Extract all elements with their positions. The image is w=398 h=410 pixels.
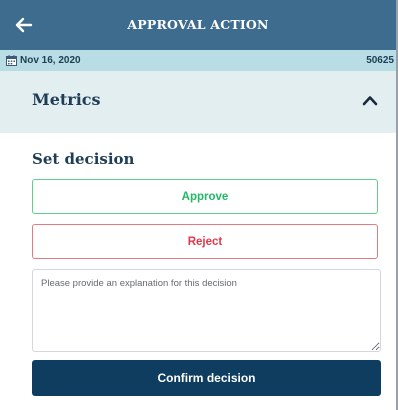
- app-header: APPROVAL ACTION: [0, 0, 396, 50]
- info-id: 50625: [366, 55, 394, 66]
- chevron-up-icon[interactable]: [362, 94, 378, 106]
- explanation-textarea[interactable]: [32, 269, 381, 352]
- page-title: APPROVAL ACTION: [127, 17, 269, 32]
- set-decision-heading: Set decision: [32, 150, 135, 168]
- metrics-title: Metrics: [32, 90, 101, 109]
- confirm-decision-button[interactable]: Confirm decision: [32, 360, 381, 396]
- info-date: Nov 16, 2020: [20, 55, 81, 66]
- reject-button[interactable]: Reject: [32, 224, 378, 259]
- info-bar: Nov 16, 2020 50625: [0, 50, 396, 71]
- calendar-icon: [6, 55, 17, 66]
- metrics-section-toggle[interactable]: Metrics: [0, 71, 396, 133]
- approval-screen: APPROVAL ACTION Nov 16, 2020 50625 Metri…: [0, 0, 398, 410]
- approve-button[interactable]: Approve: [32, 179, 378, 214]
